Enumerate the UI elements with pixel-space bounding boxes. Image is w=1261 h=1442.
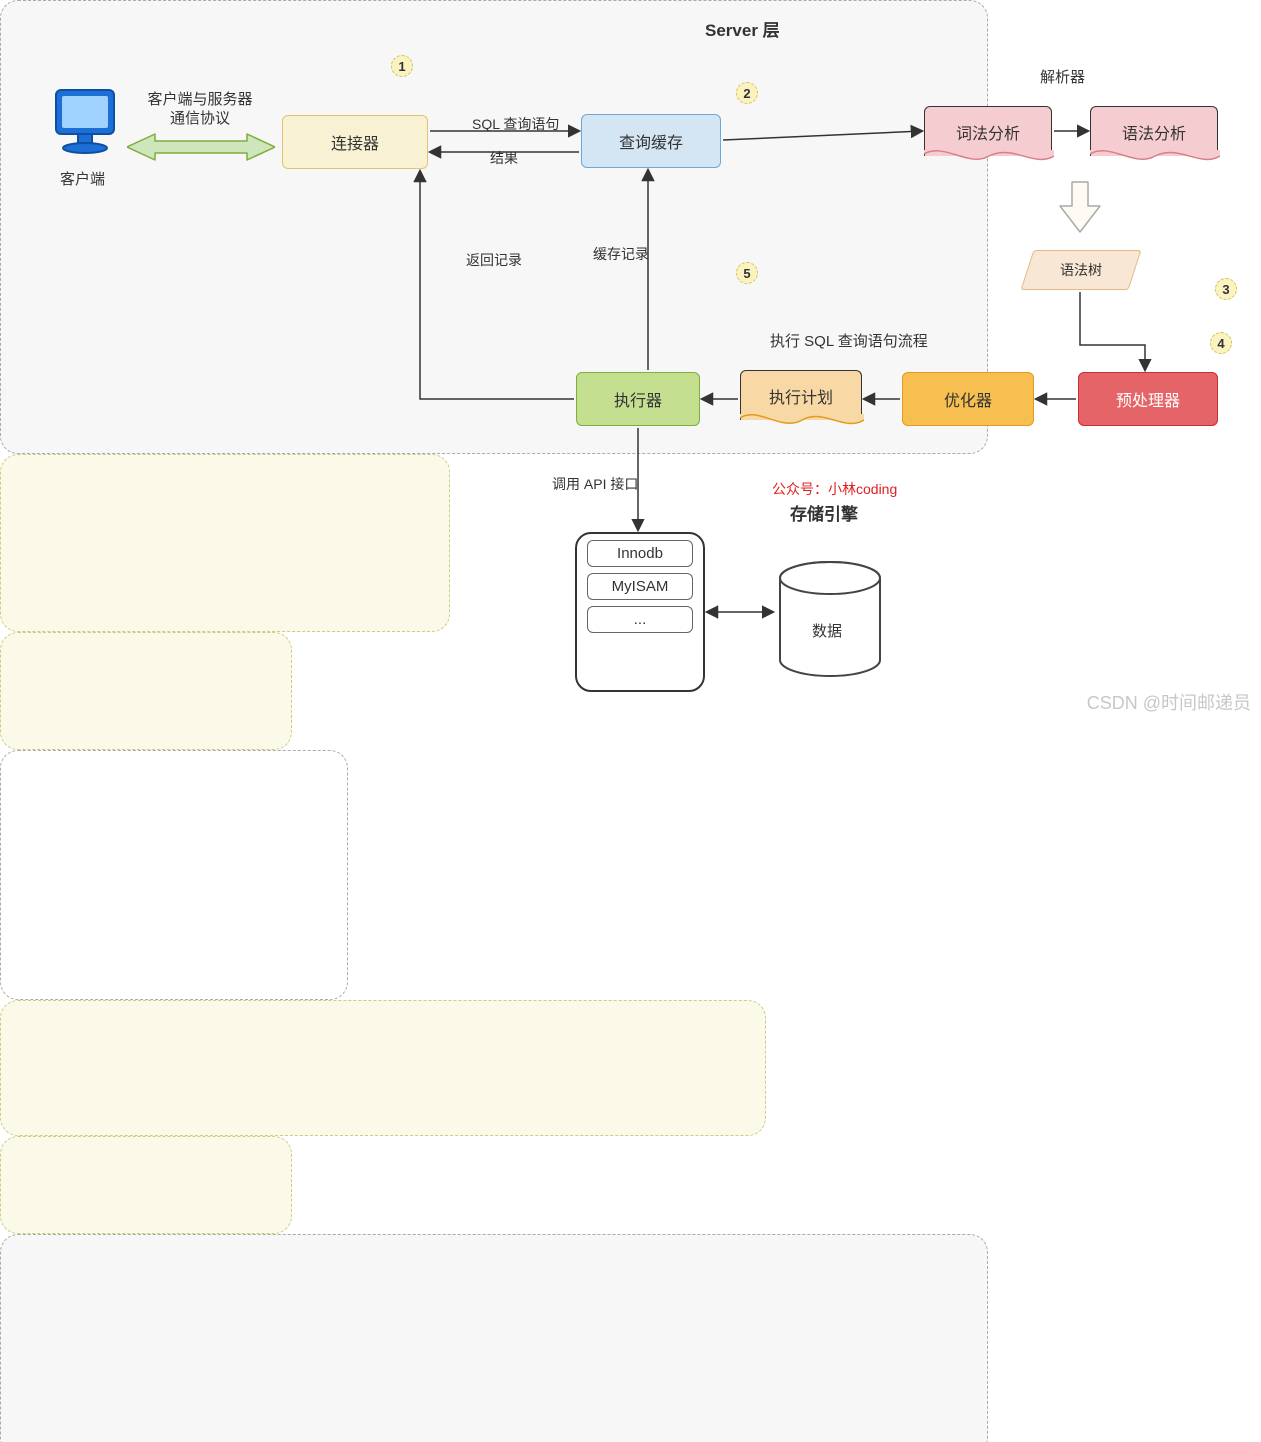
lexical-label: 词法分析	[956, 120, 1020, 144]
badge-4: 4	[1210, 332, 1232, 354]
client-monitor-icon	[52, 86, 118, 159]
syntax-box: 语法分析	[1090, 106, 1218, 156]
exec-group	[0, 1000, 766, 1136]
syntax-tree-box: 语法树	[1021, 250, 1142, 290]
executor-box: 执行器	[576, 372, 700, 426]
storage-group	[0, 1234, 988, 1442]
diagram-canvas: Server 层 1 客户端 连接器 客户端与服务器 通信协议 2 查询缓存 解…	[0, 0, 1261, 721]
exec-plan-label: 执行计划	[769, 384, 833, 408]
mid-group	[0, 1136, 292, 1234]
connector-label: 连接器	[331, 130, 379, 154]
lexical-box: 词法分析	[924, 106, 1052, 156]
badge-5: 5	[736, 262, 758, 284]
syntax-label: 语法分析	[1122, 120, 1186, 144]
badge-2: 2	[736, 82, 758, 104]
storage-list: Innodb MyISAM ...	[575, 532, 705, 692]
syntax-tree-label: 语法树	[1060, 260, 1102, 280]
exec-flow-title: 执行 SQL 查询语句流程	[770, 330, 928, 351]
engine-ellipsis: ...	[587, 606, 693, 633]
server-layer-title: Server 层	[705, 16, 780, 41]
cache-record-label: 缓存记录	[593, 244, 649, 264]
optimizer-box: 优化器	[902, 372, 1034, 426]
client-group	[0, 454, 450, 632]
client-label: 客户端	[60, 168, 105, 189]
storage-title: 存储引擎	[790, 500, 858, 525]
sql-query-label: SQL 查询语句	[472, 114, 559, 134]
double-arrow-icon	[127, 132, 275, 165]
executor-label: 执行器	[614, 387, 662, 411]
attribution-text: 公众号：小林coding	[772, 479, 897, 499]
api-call-label: 调用 API 接口	[552, 474, 638, 494]
preprocessor-label: 预处理器	[1116, 387, 1180, 411]
engine-myisam: MyISAM	[587, 573, 693, 600]
protocol-label-2: 通信协议	[140, 107, 260, 128]
badge-1: 1	[391, 55, 413, 77]
big-down-arrow-icon	[1058, 180, 1102, 237]
preprocessor-box: 预处理器	[1078, 372, 1218, 426]
watermark-text: CSDN @时间邮递员	[1087, 689, 1251, 715]
parser-title: 解析器	[1040, 66, 1085, 87]
query-cache-box: 查询缓存	[581, 114, 721, 168]
optimizer-label: 优化器	[944, 387, 992, 411]
badge-3: 3	[1215, 278, 1237, 300]
engine-innodb: Innodb	[587, 540, 693, 567]
protocol-label-1: 客户端与服务器	[140, 88, 260, 109]
return-record-label: 返回记录	[466, 250, 522, 270]
exec-plan-box: 执行计划	[740, 370, 862, 420]
result-label: 结果	[490, 148, 518, 168]
parser-group	[0, 750, 348, 1000]
data-label: 数据	[812, 620, 842, 641]
connector-box: 连接器	[282, 115, 428, 169]
query-cache-label: 查询缓存	[619, 129, 683, 153]
cache-group	[0, 632, 292, 750]
